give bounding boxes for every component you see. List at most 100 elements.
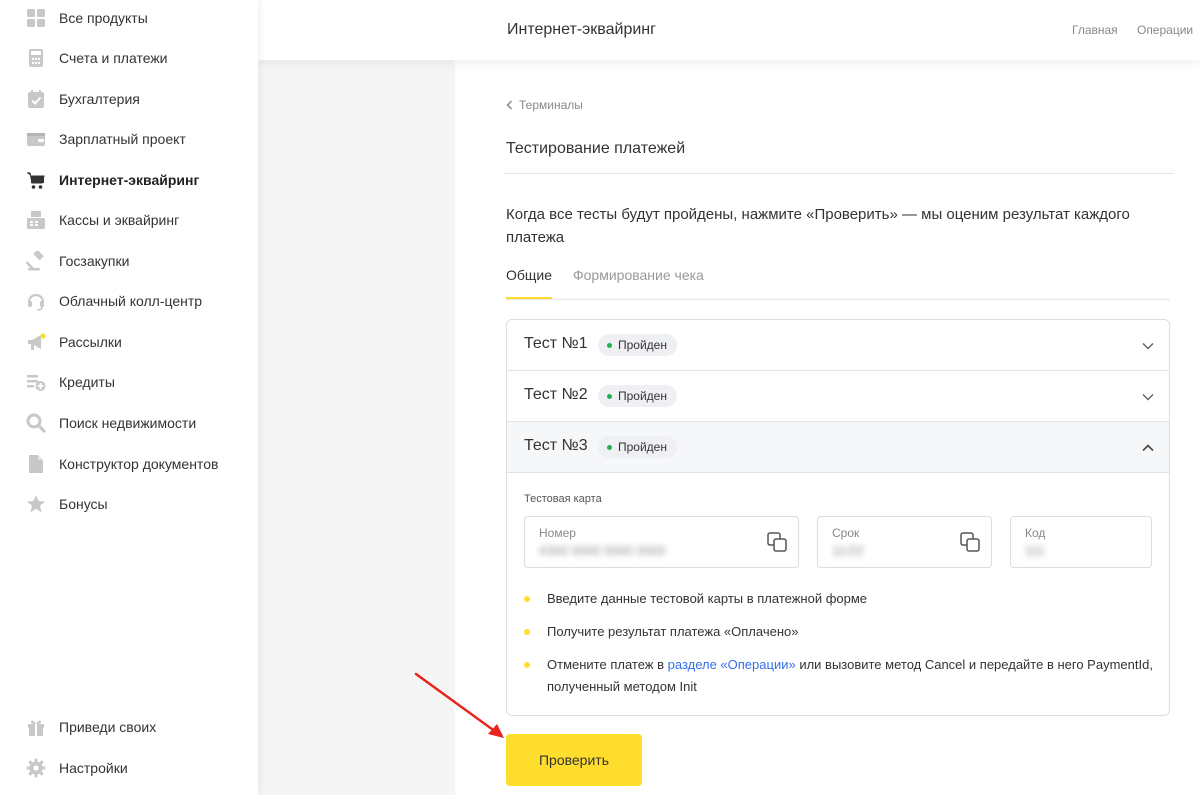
sidebar-item-label: Конструктор документов bbox=[59, 456, 219, 472]
field-value: 4300 0000 0000 0000 bbox=[539, 543, 666, 558]
cart-icon bbox=[27, 172, 45, 189]
star-icon bbox=[27, 495, 45, 513]
back-link-label: Терминалы bbox=[519, 98, 583, 112]
field-label: Код bbox=[1025, 526, 1046, 540]
sidebar-item-label: Госзакупки bbox=[59, 253, 130, 269]
calculator-icon bbox=[29, 49, 43, 67]
status-label: Пройден bbox=[618, 338, 667, 352]
bullet bbox=[524, 596, 530, 602]
gift-icon bbox=[28, 720, 44, 736]
instruction-text: Отмените платеж в bbox=[547, 657, 668, 672]
sidebar-item-accounts[interactable]: Счета и платежи bbox=[0, 42, 258, 74]
tab-bar: Общие Формирование чека bbox=[506, 265, 1170, 300]
operations-section-link[interactable]: разделе «Операции» bbox=[668, 657, 796, 672]
check-button[interactable]: Проверить bbox=[506, 734, 642, 786]
test-row-3[interactable]: Тест №3 Пройден bbox=[507, 422, 1169, 473]
gear-icon bbox=[26, 758, 46, 778]
sidebar-item-referral[interactable]: Приведи своих bbox=[0, 711, 258, 743]
sidebar-item-label: Приведи своих bbox=[59, 719, 157, 735]
sidebar-item-label: Бухгалтерия bbox=[59, 91, 140, 107]
nav-link-home[interactable]: Главная bbox=[1072, 23, 1118, 37]
grid-icon bbox=[27, 9, 45, 27]
copy-icon[interactable] bbox=[959, 531, 981, 553]
main-area: Интернет-эквайринг Главная Операции Терм… bbox=[258, 0, 1200, 795]
field-label: Срок bbox=[832, 526, 860, 540]
chevron-left-icon bbox=[506, 100, 513, 110]
sidebar-item-label: Кредиты bbox=[59, 374, 115, 390]
nav-link-operations[interactable]: Операции bbox=[1137, 23, 1193, 37]
calendar-check-icon bbox=[28, 90, 44, 108]
sidebar-item-bonuses[interactable]: Бонусы bbox=[0, 488, 258, 520]
card-cvc-field: Код 111 bbox=[1010, 516, 1152, 568]
instruction-text: Получите результат платежа «Оплачено» bbox=[547, 624, 799, 639]
sidebar-item-label: Облачный колл-центр bbox=[59, 293, 203, 309]
test-row-1[interactable]: Тест №1 Пройден bbox=[507, 320, 1169, 371]
sidebar-item-real-estate[interactable]: Поиск недвижимости bbox=[0, 407, 258, 439]
grey-side-panel bbox=[258, 60, 455, 795]
sidebar-item-accounting[interactable]: Бухгалтерия bbox=[0, 83, 258, 115]
sidebar-item-procurement[interactable]: Госзакупки bbox=[0, 245, 258, 277]
page-description: Когда все тесты будут пройдены, нажмите … bbox=[506, 206, 1130, 246]
bullet bbox=[524, 629, 530, 635]
status-dot bbox=[607, 343, 612, 348]
sidebar-item-doc-builder[interactable]: Конструктор документов bbox=[0, 448, 258, 480]
sidebar-item-label: Настройки bbox=[59, 760, 128, 776]
test-name: Тест №1 bbox=[524, 335, 588, 352]
sidebar-item-mailings[interactable]: Рассылки bbox=[0, 326, 258, 358]
field-label: Номер bbox=[539, 526, 576, 540]
sidebar-item-cash-registers[interactable]: Кассы и эквайринг bbox=[0, 204, 258, 236]
sidebar-item-label: Счета и платежи bbox=[59, 50, 168, 66]
status-label: Пройден bbox=[618, 389, 667, 403]
credit-list-icon bbox=[27, 375, 46, 391]
divider bbox=[504, 173, 1174, 174]
sidebar-item-label: Все продукты bbox=[59, 10, 148, 26]
instruction-item: Введите данные тестовой карты в платежно… bbox=[524, 588, 1154, 610]
tab-receipt[interactable]: Формирование чека bbox=[573, 267, 704, 283]
status-dot bbox=[607, 445, 612, 450]
sidebar-item-settings[interactable]: Настройки bbox=[0, 752, 258, 784]
sidebar-item-label: Рассылки bbox=[59, 334, 122, 350]
status-badge: Пройден bbox=[598, 436, 677, 458]
sidebar-item-credits[interactable]: Кредиты bbox=[0, 366, 258, 398]
header-title: Интернет-эквайринг bbox=[507, 21, 656, 38]
chevron-down-icon bbox=[1142, 393, 1154, 401]
sidebar-item-payroll[interactable]: Зарплатный проект bbox=[0, 123, 258, 155]
search-icon bbox=[26, 413, 46, 433]
tests-accordion: Тест №1 Пройден Тест №2 Пройден Тест №3 … bbox=[506, 319, 1170, 716]
instruction-text: Введите данные тестовой карты в платежно… bbox=[547, 591, 868, 606]
copy-icon[interactable] bbox=[766, 531, 788, 553]
chevron-down-icon bbox=[1142, 342, 1154, 350]
top-bar: Интернет-эквайринг Главная Операции bbox=[258, 0, 1200, 60]
status-badge: Пройден bbox=[598, 385, 677, 407]
sidebar-item-all-products[interactable]: Все продукты bbox=[0, 2, 258, 34]
sidebar-item-label: Интернет-эквайринг bbox=[59, 172, 200, 188]
back-link[interactable]: Терминалы bbox=[506, 98, 583, 112]
status-dot bbox=[607, 394, 612, 399]
card-number-field: Номер 4300 0000 0000 0000 bbox=[524, 516, 799, 568]
status-badge: Пройден bbox=[598, 334, 677, 356]
sidebar-item-internet-acquiring[interactable]: Интернет-эквайринг bbox=[0, 164, 258, 196]
status-label: Пройден bbox=[618, 440, 667, 454]
sidebar-item-call-center[interactable]: Облачный колл-центр bbox=[0, 285, 258, 317]
field-value: 111 bbox=[1025, 543, 1045, 558]
instruction-item: Отмените платеж в разделе «Операции» или… bbox=[524, 654, 1154, 698]
test-row-2[interactable]: Тест №2 Пройден bbox=[507, 371, 1169, 422]
sidebar-item-label: Бонусы bbox=[59, 496, 108, 512]
sidebar: Все продукты Счета и платежи Бухгалтерия… bbox=[0, 0, 258, 795]
tab-general[interactable]: Общие bbox=[506, 267, 552, 283]
sidebar-item-label: Поиск недвижимости bbox=[59, 415, 197, 431]
wallet-icon bbox=[27, 133, 45, 146]
cash-register-icon bbox=[27, 211, 45, 229]
test-name: Тест №3 bbox=[524, 437, 588, 454]
chevron-up-icon bbox=[1142, 444, 1154, 452]
test-card-label: Тестовая карта bbox=[524, 493, 602, 505]
sidebar-item-label: Зарплатный проект bbox=[59, 131, 186, 147]
page-title: Тестирование платежей bbox=[506, 140, 686, 157]
active-tab-indicator bbox=[506, 297, 552, 299]
headset-icon bbox=[27, 293, 45, 311]
megaphone-icon bbox=[28, 333, 46, 350]
sidebar-item-label: Кассы и эквайринг bbox=[59, 212, 180, 228]
document-icon bbox=[29, 455, 43, 473]
instruction-item: Получите результат платежа «Оплачено» bbox=[524, 621, 1154, 643]
bullet bbox=[524, 662, 530, 668]
